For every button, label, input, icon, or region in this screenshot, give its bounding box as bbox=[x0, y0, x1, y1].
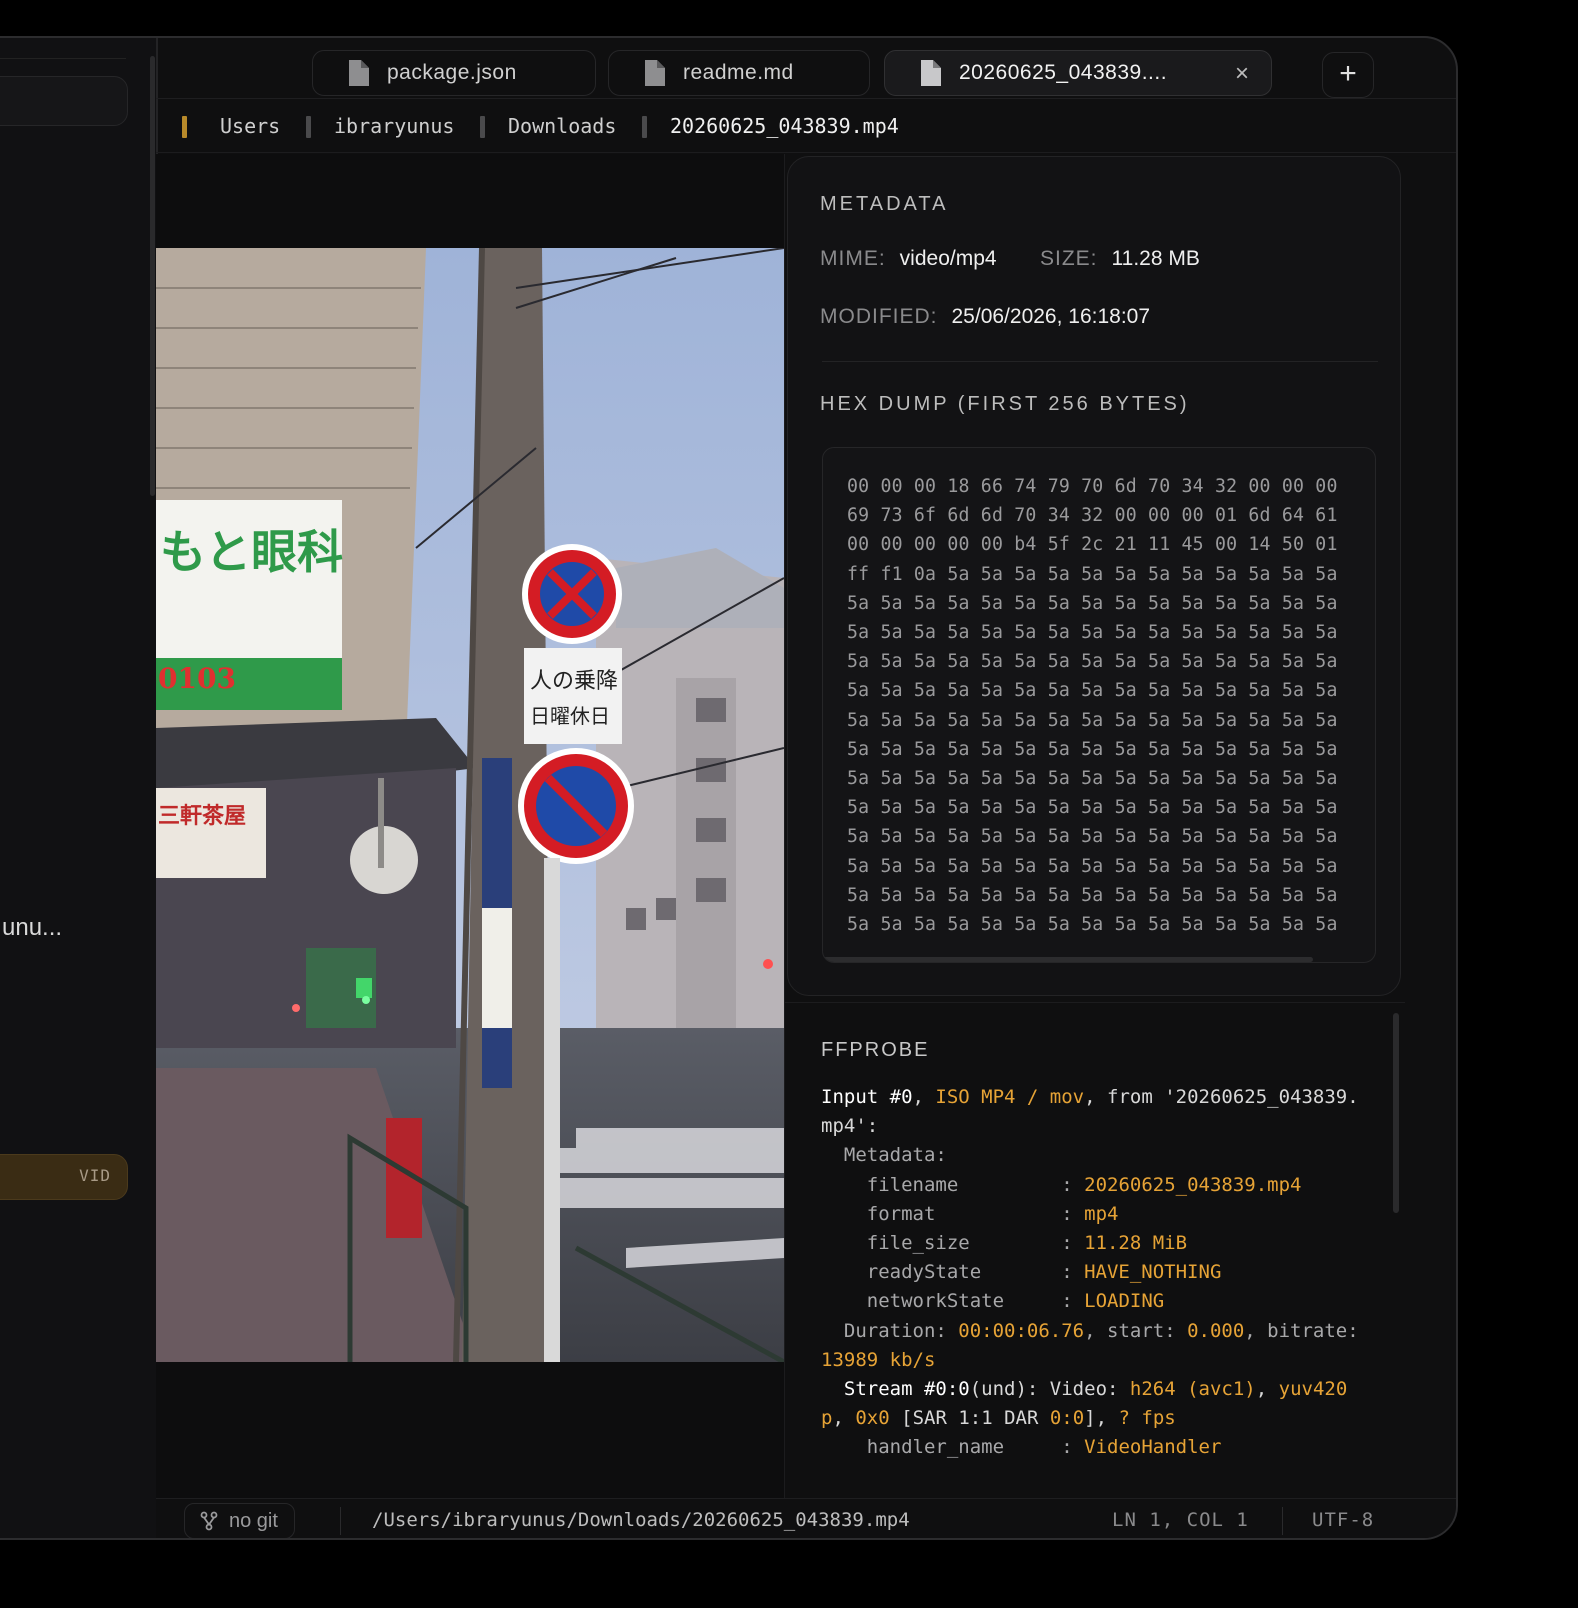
ffprobe-field-key: filename bbox=[866, 1173, 959, 1196]
ffprobe-metadata-label: Metadata: bbox=[843, 1144, 947, 1167]
tab-bar: package.json readme.md 20260625_043839..… bbox=[156, 38, 1456, 99]
breadcrumb-item-downloads[interactable]: Downloads bbox=[508, 114, 616, 138]
sidebar-search-input[interactable] bbox=[0, 76, 128, 126]
file-encoding[interactable]: UTF-8 bbox=[1312, 1509, 1374, 1531]
ffprobe-input-label: Input #0 bbox=[821, 1086, 913, 1108]
breadcrumb-separator bbox=[182, 116, 187, 138]
breadcrumb-item-file: 20260625_043839.mp4 bbox=[670, 114, 899, 138]
ffprobe-field-value: mp4 bbox=[1084, 1202, 1119, 1225]
status-bar: no git /Users/ibraryunus/Downloads/20260… bbox=[156, 1498, 1456, 1538]
plus-icon[interactable]: + bbox=[1322, 52, 1374, 98]
ffprobe-fps: ? fps bbox=[1118, 1407, 1176, 1430]
ffprobe-field-value: 20260625_043839.mp4 bbox=[1084, 1173, 1302, 1196]
breadcrumb-separator bbox=[642, 116, 647, 138]
cursor-position[interactable]: LN 1, COL 1 bbox=[1112, 1509, 1249, 1531]
tab-label: 20260625_043839.... bbox=[959, 61, 1168, 84]
modified-value: 25/06/2026, 16:18:07 bbox=[951, 305, 1151, 328]
status-divider bbox=[340, 1507, 341, 1535]
ffprobe-duration: 00:00:06.76 bbox=[958, 1319, 1085, 1342]
file-path: /Users/ibraryunus/Downloads/20260625_043… bbox=[372, 1509, 910, 1531]
git-status-label: no git bbox=[229, 1509, 278, 1532]
metadata-heading: METADATA bbox=[820, 193, 949, 215]
ffprobe-heading: FFPROBE bbox=[821, 1039, 930, 1061]
ffprobe-scrollbar[interactable] bbox=[1393, 1013, 1399, 1213]
hexdump-box[interactable]: 00 00 00 18 66 74 79 70 6d 70 34 32 00 0… bbox=[822, 447, 1376, 963]
close-icon[interactable]: × bbox=[1235, 60, 1249, 88]
metadata-card: METADATA MIME: video/mp4 SIZE: 11.28 MB MO… bbox=[787, 156, 1401, 996]
ffprobe-field-key: readyState bbox=[866, 1261, 982, 1284]
file-icon bbox=[921, 60, 941, 86]
size-value: 11.28 MB bbox=[1111, 247, 1200, 270]
ffprobe-handler-key: handler_name bbox=[866, 1436, 1005, 1459]
ffprobe-codec: h264 (avc1) bbox=[1129, 1378, 1256, 1401]
video-frame: もと眼科 0103 三軒茶屋 人の乗降 日曜休日 bbox=[156, 248, 784, 1362]
tab-package-json[interactable]: package.json bbox=[312, 50, 596, 96]
breadcrumb: Users ibraryunus Downloads 20260625_0438… bbox=[156, 100, 1456, 153]
ffprobe-field-key: file_size bbox=[866, 1232, 970, 1255]
svg-text:もと眼科: もと眼科 bbox=[160, 525, 343, 579]
modified-row: MODIFIED: 25/06/2026, 16:18:07 bbox=[820, 305, 1150, 329]
tab-label: readme.md bbox=[683, 61, 794, 84]
app-window: unu... VID package.json readme.md 202606… bbox=[0, 36, 1458, 1540]
sidebar-divider bbox=[0, 58, 126, 59]
ffprobe-section: FFPROBE Input #0, ISO MP4 / mov, from '2… bbox=[785, 1002, 1405, 1499]
hexdump-heading: HEX DUMP (FIRST 256 BYTES) bbox=[820, 393, 1190, 415]
file-type-badge: VID bbox=[79, 1166, 111, 1185]
svg-text:日曜休日: 日曜休日 bbox=[530, 704, 610, 728]
status-divider bbox=[1282, 1507, 1283, 1535]
hexdump-scrollbar[interactable] bbox=[823, 957, 1313, 962]
ffprobe-field-key: networkState bbox=[866, 1290, 1005, 1313]
size-label: SIZE: bbox=[1040, 247, 1098, 270]
breadcrumb-separator bbox=[306, 116, 311, 138]
tab-label: package.json bbox=[387, 61, 517, 84]
breadcrumb-item-user[interactable]: ibraryunus bbox=[334, 114, 454, 138]
mime-value: video/mp4 bbox=[899, 247, 997, 270]
hexdump-text: 00 00 00 18 66 74 79 70 6d 70 34 32 00 0… bbox=[847, 476, 1338, 936]
sidebar-item-user[interactable]: unu... bbox=[2, 914, 62, 942]
size-row: SIZE: 11.28 MB bbox=[1040, 247, 1200, 271]
file-icon bbox=[645, 60, 665, 86]
svg-text:0103: 0103 bbox=[158, 662, 236, 695]
file-icon bbox=[349, 60, 369, 86]
ffprobe-dims: 0x0 bbox=[855, 1407, 890, 1430]
ffprobe-start: 0.000 bbox=[1187, 1319, 1245, 1342]
ffprobe-input-format: ISO MP4 / mov bbox=[935, 1086, 1085, 1108]
ffprobe-dar: 0:0 bbox=[1049, 1407, 1085, 1430]
mime-row: MIME: video/mp4 bbox=[820, 247, 997, 271]
svg-text:人の乗降: 人の乗降 bbox=[530, 669, 618, 694]
ffprobe-field-key: format bbox=[866, 1202, 936, 1225]
git-status-button[interactable]: no git bbox=[184, 1503, 295, 1538]
ffprobe-output: Input #0, ISO MP4 / mov, from '20260625_… bbox=[821, 1086, 1371, 1459]
sidebar-scrollbar[interactable] bbox=[150, 56, 155, 496]
video-preview[interactable]: もと眼科 0103 三軒茶屋 人の乗降 日曜休日 bbox=[156, 154, 784, 1498]
breadcrumb-item-users[interactable]: Users bbox=[220, 114, 280, 138]
tab-video-file[interactable]: 20260625_043839.... × bbox=[884, 50, 1272, 96]
sidebar: unu... VID bbox=[0, 38, 158, 1538]
git-branch-icon bbox=[200, 1511, 218, 1531]
svg-text:三軒茶屋: 三軒茶屋 bbox=[158, 803, 246, 829]
ffprobe-handler-value: VideoHandler bbox=[1084, 1436, 1222, 1459]
ffprobe-stream-lang: (und): Video: bbox=[969, 1378, 1130, 1401]
sidebar-item-video[interactable]: VID bbox=[0, 1154, 128, 1200]
section-divider bbox=[822, 361, 1378, 362]
breadcrumb-separator bbox=[480, 116, 485, 138]
ffprobe-field-value: LOADING bbox=[1084, 1290, 1165, 1313]
info-panel: METADATA MIME: video/mp4 SIZE: 11.28 MB MO… bbox=[784, 154, 1405, 1498]
ffprobe-sar: [SAR 1:1 DAR bbox=[901, 1407, 1050, 1430]
modified-label: MODIFIED: bbox=[820, 305, 938, 328]
ffprobe-stream-label: Stream #0:0 bbox=[843, 1378, 970, 1401]
mime-label: MIME: bbox=[820, 247, 886, 270]
ffprobe-field-value: HAVE_NOTHING bbox=[1084, 1261, 1222, 1284]
tab-readme[interactable]: readme.md bbox=[608, 50, 870, 96]
ffprobe-bitrate: 13989 kb/s bbox=[821, 1348, 936, 1371]
ffprobe-field-value: 11.28 MiB bbox=[1084, 1232, 1188, 1255]
